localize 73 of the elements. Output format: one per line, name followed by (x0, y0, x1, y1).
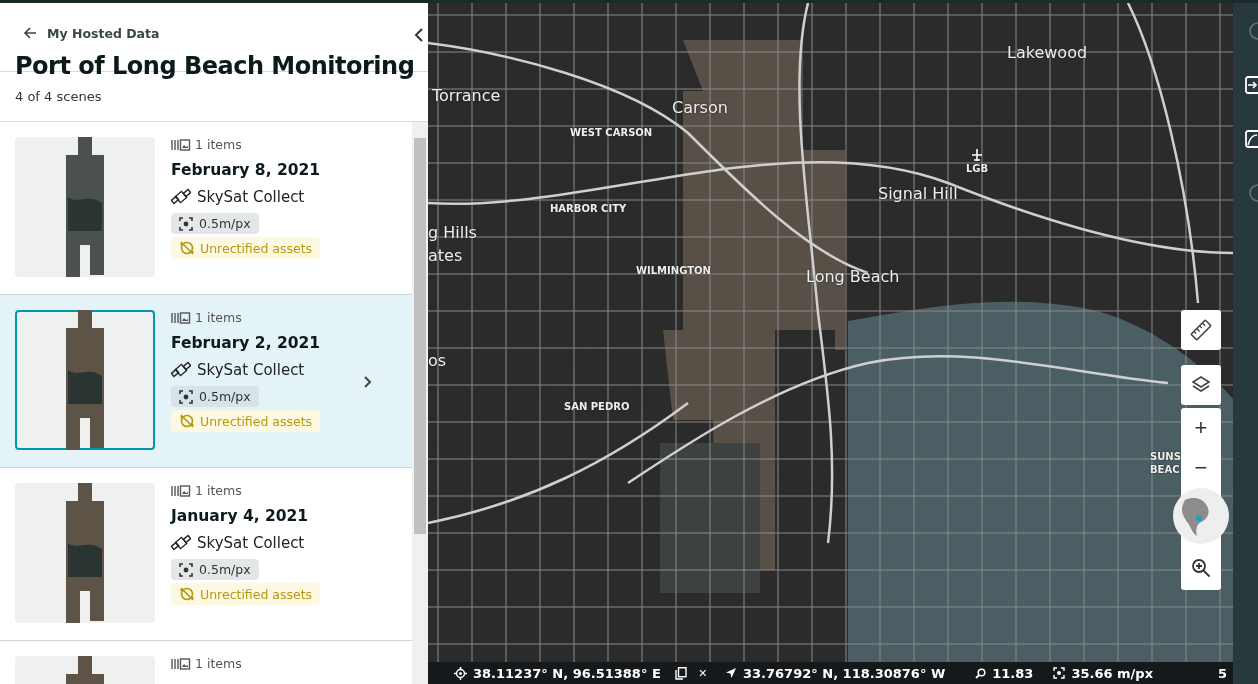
center-coordinates: 33.76792° N, 118.30876° W (743, 665, 946, 681)
place-label: SUNS (1150, 451, 1181, 462)
place-label: g Hills (428, 223, 477, 242)
slashed-circle-icon (179, 586, 195, 602)
magnifier-plus-icon (1191, 558, 1211, 578)
place-label: LGB (966, 163, 989, 174)
zoom-level: 11.83 (992, 665, 1034, 681)
item-count: 1 items (195, 137, 242, 152)
satellite-icon (171, 187, 191, 207)
place-label: WILMINGTON (636, 265, 711, 276)
scene-card[interactable]: 1 items February 2, 2021 SkySat Collect 0.5m/px Unrectified assets (0, 295, 412, 468)
zoom-out-button[interactable]: − (1181, 448, 1221, 488)
chevron-right-icon[interactable] (363, 375, 372, 389)
gallery-icon (171, 484, 191, 497)
scrollbar-thumb[interactable] (414, 138, 426, 534)
place-label: Torrance (432, 86, 501, 105)
page-number: 5 (1217, 665, 1227, 681)
clear-button[interactable]: × (692, 665, 713, 681)
zoom-in-button[interactable]: + (1181, 408, 1221, 448)
cursor-coordinates: 38.11237° N, 96.51388° E (473, 665, 661, 681)
gallery-icon (171, 311, 191, 324)
map-scale: 35.66 m/px (1071, 665, 1154, 681)
gallery-icon (171, 657, 191, 670)
ruler-icon (1190, 319, 1212, 341)
back-arrow-icon (23, 26, 37, 40)
resolution-tag: 0.5m/px (171, 386, 259, 407)
scene-date: February 2, 2021 (171, 334, 321, 352)
gallery-icon (171, 138, 191, 151)
place-label: HARBOR CITY (550, 203, 627, 214)
measure-button[interactable] (1181, 310, 1221, 350)
back-link[interactable]: My Hosted Data (23, 25, 160, 41)
chart-icon[interactable] (1244, 129, 1258, 149)
navigation-arrow-icon (725, 667, 737, 679)
place-label: WEST CARSON (570, 127, 653, 138)
warning-tag: Unrectified assets (171, 410, 321, 432)
item-count: 1 items (195, 310, 242, 325)
scene-count: 4 of 4 scenes (15, 89, 102, 104)
page-title: Port of Long Beach Monitoring (15, 52, 413, 80)
item-count: 1 items (195, 483, 242, 498)
place-label: Signal Hill (878, 184, 958, 203)
collapse-chevron-icon[interactable] (414, 27, 424, 43)
scene-source: SkySat Collect (197, 188, 305, 206)
scene-source: SkySat Collect (197, 361, 305, 379)
scrollbar[interactable] (412, 122, 428, 684)
focus-icon (179, 562, 193, 577)
airplane-icon (971, 149, 983, 161)
copy-icon[interactable] (674, 666, 687, 680)
satellite-icon (171, 533, 191, 553)
place-label: SAN PEDRO (564, 401, 630, 412)
place-label: Lakewood (1007, 43, 1088, 62)
warning-tag: Unrectified assets (171, 237, 321, 259)
resolution-tag: 0.5m/px (171, 559, 259, 580)
place-label: os (428, 351, 447, 370)
satellite-icon (171, 360, 191, 380)
slashed-circle-icon (179, 413, 195, 429)
slashed-circle-icon (179, 240, 195, 256)
focus-icon (179, 216, 193, 231)
resolution-tag: 0.5m/px (171, 213, 259, 234)
place-label: Carson (672, 98, 728, 117)
focus-icon (179, 389, 193, 404)
scene-date: February 8, 2021 (171, 161, 321, 179)
place-label: ates (428, 246, 463, 265)
search-icon (975, 667, 987, 679)
scene-date: January 4, 2021 (171, 507, 309, 525)
crosshair-icon (454, 666, 467, 680)
layers-button[interactable] (1181, 365, 1221, 405)
item-count: 1 items (195, 656, 242, 671)
place-label: BEAC (1150, 464, 1180, 475)
layers-icon (1191, 375, 1211, 395)
focus-icon (1053, 667, 1066, 679)
warning-tag: Unrectified assets (171, 583, 321, 605)
scene-source: SkySat Collect (197, 534, 305, 552)
export-icon[interactable] (1244, 75, 1258, 95)
